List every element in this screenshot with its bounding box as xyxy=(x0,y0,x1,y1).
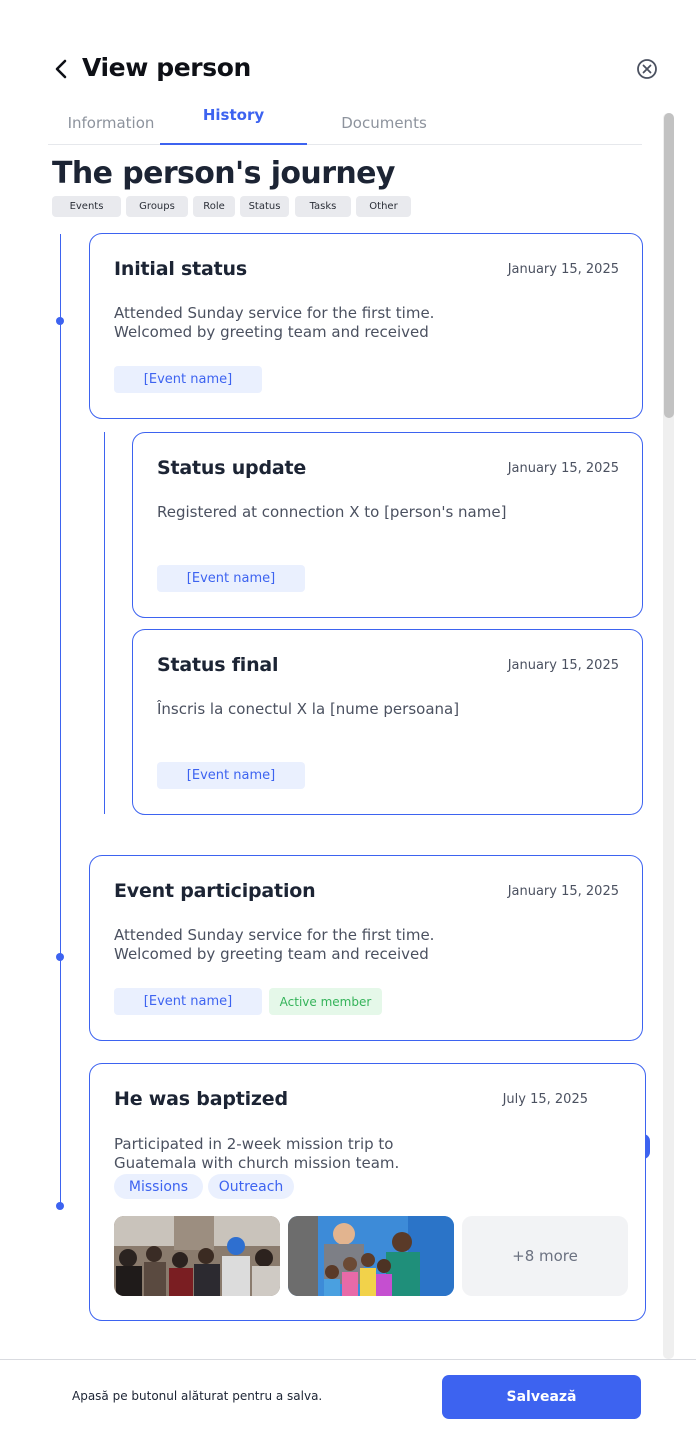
save-hint-text: Apasă pe butonul alăturat pentru a salva… xyxy=(72,1389,323,1403)
card-description: Participated in 2-week mission trip to G… xyxy=(114,1135,400,1172)
more-photos-button[interactable]: +8 more xyxy=(462,1216,628,1296)
timeline-dot xyxy=(56,1202,64,1210)
card-title: Status update xyxy=(157,457,307,479)
timeline-card-initial-status[interactable]: Initial status January 15, 2025 Attended… xyxy=(89,233,643,419)
tab-information[interactable]: Information xyxy=(48,100,174,145)
tab-bar: Information History Documents xyxy=(48,100,642,145)
timeline-line xyxy=(60,234,61,1207)
event-tag[interactable]: [Event name] xyxy=(157,762,305,789)
timeline-card-status-update[interactable]: Status update January 15, 2025 Registere… xyxy=(132,432,643,618)
footer-bar: Apasă pe butonul alăturat pentru a salva… xyxy=(0,1359,696,1435)
page-title: View person xyxy=(82,53,251,82)
filter-chip-tasks[interactable]: Tasks xyxy=(295,196,351,217)
filter-chip-role[interactable]: Role xyxy=(193,196,235,217)
timeline-sub-line xyxy=(104,432,105,814)
card-description: Attended Sunday service for the first ti… xyxy=(114,926,435,963)
filter-chip-status[interactable]: Status xyxy=(240,196,289,217)
scrollbar-thumb[interactable] xyxy=(664,113,674,418)
back-button[interactable] xyxy=(48,56,74,82)
card-description: Registered at connection X to [person's … xyxy=(157,503,507,521)
event-tag[interactable]: [Event name] xyxy=(157,565,305,592)
journey-title: The person's journey xyxy=(52,156,395,191)
close-circle-icon xyxy=(637,59,657,79)
card-date: January 15, 2025 xyxy=(507,884,619,899)
timeline-card-baptized[interactable]: He was baptized July 15, 2025 Participat… xyxy=(89,1063,646,1321)
timeline-dot xyxy=(56,953,64,961)
photo-thumbnail[interactable] xyxy=(114,1216,280,1296)
card-date: January 15, 2025 xyxy=(507,262,619,277)
event-tag[interactable]: [Event name] xyxy=(114,988,262,1015)
card-date: January 15, 2025 xyxy=(507,658,619,673)
card-description: Attended Sunday service for the first ti… xyxy=(114,304,435,341)
filter-chip-groups[interactable]: Groups xyxy=(126,196,188,217)
chevron-left-icon xyxy=(55,59,67,79)
tab-history[interactable]: History xyxy=(160,100,307,145)
event-tag[interactable]: [Event name] xyxy=(114,366,262,393)
filter-chip-events[interactable]: Events xyxy=(52,196,121,217)
status-badge: Active member xyxy=(269,988,382,1015)
timeline-dot xyxy=(56,317,64,325)
close-button[interactable] xyxy=(636,58,658,80)
card-title: Event participation xyxy=(114,880,316,902)
timeline-card-event-participation[interactable]: Event participation January 15, 2025 Att… xyxy=(89,855,643,1041)
card-description: Înscris la conectul X la [nume persoana] xyxy=(157,700,460,718)
card-title: Status final xyxy=(157,654,279,676)
timeline-card-status-final[interactable]: Status final January 15, 2025 Înscris la… xyxy=(132,629,643,815)
filter-chip-other[interactable]: Other xyxy=(356,196,411,217)
card-date: January 15, 2025 xyxy=(507,461,619,476)
photo-thumbnail[interactable] xyxy=(288,1216,454,1296)
card-title: He was baptized xyxy=(114,1088,288,1110)
card-title: Initial status xyxy=(114,258,247,280)
save-button[interactable]: Salvează xyxy=(442,1375,641,1419)
tag-pill-outreach[interactable]: Outreach xyxy=(208,1174,294,1199)
tab-documents[interactable]: Documents xyxy=(313,100,455,145)
card-date: July 15, 2025 xyxy=(502,1092,588,1107)
tag-pill-missions[interactable]: Missions xyxy=(114,1174,203,1199)
